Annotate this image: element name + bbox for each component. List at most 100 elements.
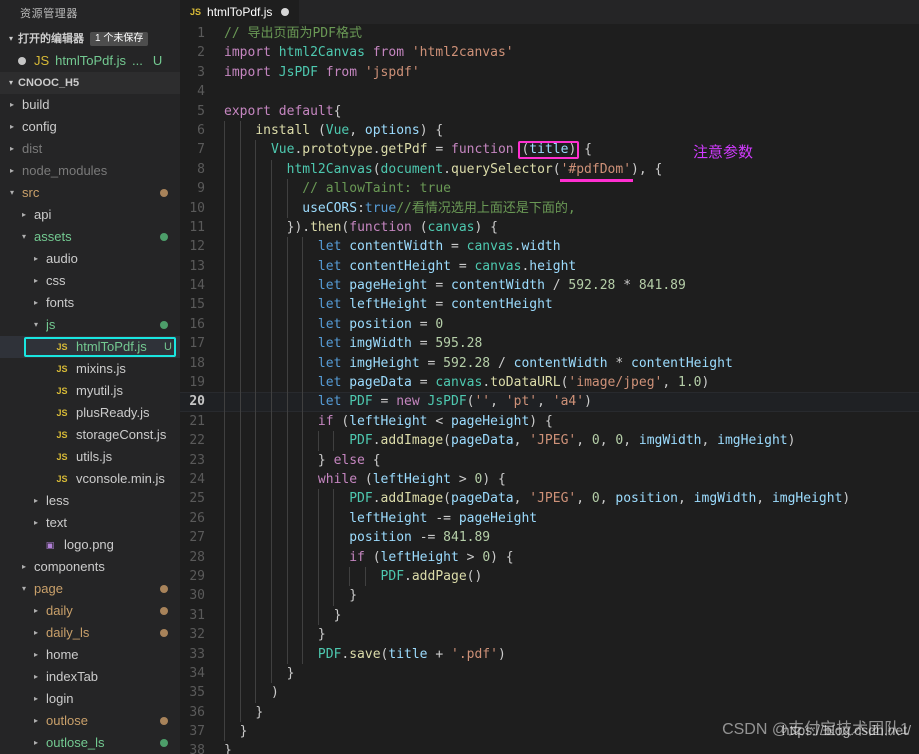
code-line[interactable]: 11 }).then(function (canvas) { (180, 217, 919, 238)
code-line[interactable]: 3 import JsPDF from 'jspdf' (180, 63, 919, 82)
indent-guide (255, 353, 257, 374)
code-line[interactable]: 32 } (180, 625, 919, 645)
code-line[interactable]: 30 } (180, 586, 919, 606)
dirty-dot-icon (18, 57, 26, 65)
code-line[interactable]: 14 let pageHeight = contentWidth / 592.2… (180, 276, 919, 296)
js-file-icon: JS (56, 342, 68, 352)
code-line[interactable]: 33 PDF.save(title + '.pdf') (180, 644, 919, 664)
open-editor-item-htmlToPdf[interactable]: JS htmlToPdf.js ... U (0, 50, 180, 72)
tree-item-label: text (46, 515, 67, 530)
code-line[interactable]: 8 html2Canvas(document.querySelector('#p… (180, 159, 919, 180)
code-line[interactable]: 17 let imgWidth = 595.28 (180, 334, 919, 354)
code-line[interactable]: 20 let PDF = new JsPDF('', 'pt', 'a4') (180, 392, 919, 412)
tree-item-css[interactable]: ▸ css (0, 270, 180, 292)
tree-item-audio[interactable]: ▸ audio (0, 248, 180, 270)
indent-guide (255, 334, 257, 354)
tree-item-js[interactable]: ▾ js (0, 314, 180, 336)
code-line[interactable]: 38} (180, 741, 919, 754)
tree-item-label: build (22, 97, 50, 112)
code-line[interactable]: 9 // allowTaint: true (180, 179, 919, 199)
tree-item-daily[interactable]: ▸ daily (0, 600, 180, 622)
code-line[interactable]: 22 PDF.addImage(pageData, 'JPEG', 0, 0, … (180, 431, 919, 451)
code-line[interactable]: 15 let leftHeight = contentHeight (180, 295, 919, 315)
tree-item-build[interactable]: ▸ build (0, 94, 180, 116)
indent-guide (333, 489, 335, 509)
line-number: 9 (197, 181, 205, 197)
code-line[interactable]: 5 export default{ (180, 102, 919, 121)
tree-item-home[interactable]: ▸ home (0, 644, 180, 666)
indent-guide (224, 198, 225, 218)
tree-item-plusready-js[interactable]: JS plusReady.js (0, 402, 180, 424)
tree-item-node_modules[interactable]: ▸ node_modules (0, 160, 180, 182)
tree-item-logo-png[interactable]: ▣ logo.png (0, 534, 180, 556)
chevron-right-icon: ▸ (33, 628, 38, 637)
code-line[interactable]: 2 import html2Canvas from 'html2canvas' (180, 43, 919, 62)
code-line[interactable]: 31 } (180, 605, 919, 626)
code-line[interactable]: 28 if (leftHeight > 0) { (180, 547, 919, 567)
tree-item-outlose_ls[interactable]: ▸ outlose_ls (0, 732, 180, 754)
tree-item-api[interactable]: ▸ api (0, 204, 180, 226)
tree-item-vconsole-min-js[interactable]: JS vconsole.min.js (0, 468, 180, 490)
open-editors-section-header[interactable]: ▾ 打开的编辑器 1 个未保存 (0, 28, 180, 50)
code-line[interactable]: 12 let contentWidth = canvas.width (180, 237, 919, 257)
tree-item-utils-js[interactable]: JS utils.js (0, 446, 180, 468)
code-content[interactable]: 1 // 导出页面为PDF格式 2 import html2Canvas from '… (180, 24, 919, 754)
file-tree[interactable]: ▸ build ▸ config ▸ dist ▸ node_modules ▾ src ▸ api ▾… (0, 94, 180, 754)
code-line[interactable]: 25 PDF.addImage(pageData, 'JPEG', 0, pos… (180, 489, 919, 509)
js-file-icon: JS (56, 386, 68, 396)
code-line[interactable]: 27 position -= 841.89 (180, 528, 919, 548)
tree-item-fonts[interactable]: ▸ fonts (0, 292, 180, 314)
code-line[interactable]: 7 Vue.prototype.getPdf = function (title… (180, 140, 919, 160)
line-number: 20 (189, 394, 205, 410)
code-line[interactable]: 35 ) (180, 683, 919, 703)
js-file-icon: JS (56, 452, 68, 462)
code-line[interactable]: 6 install (Vue, options) { (180, 120, 919, 141)
tree-item-assets[interactable]: ▾ assets (0, 226, 180, 248)
code-line[interactable]: 1 // 导出页面为PDF格式 (180, 24, 919, 43)
tree-item-src[interactable]: ▾ src (0, 182, 180, 204)
code-line[interactable]: 13 let contentHeight = canvas.height (180, 256, 919, 277)
code-line[interactable]: 37 } (180, 722, 919, 742)
code-line[interactable]: 36 } (180, 702, 919, 723)
code-line[interactable]: 4 (180, 82, 919, 101)
tree-item-storageconst-js[interactable]: JS storageConst.js (0, 424, 180, 446)
tree-item-config[interactable]: ▸ config (0, 116, 180, 138)
project-root-header[interactable]: ▾ CNOOC_H5 (0, 72, 180, 94)
indent-guide (224, 450, 225, 470)
code-viewport[interactable]: 1 // 导出页面为PDF格式 2 import html2Canvas from '… (180, 24, 919, 754)
tree-item-text[interactable]: ▸ text (0, 512, 180, 534)
code-line[interactable]: 29 PDF.addPage() (180, 566, 919, 587)
code-line[interactable]: 26 leftHeight -= pageHeight (180, 508, 919, 529)
tree-item-components[interactable]: ▸ components (0, 556, 180, 578)
code-line[interactable]: 24 while (leftHeight > 0) { (180, 469, 919, 490)
tree-item-page[interactable]: ▾ page (0, 578, 180, 600)
indent-guide (302, 644, 304, 664)
indent-guide (255, 683, 257, 703)
tree-item-outlose[interactable]: ▸ outlose (0, 710, 180, 732)
code-line[interactable]: 19 let pageData = canvas.toDataURL('imag… (180, 373, 919, 393)
tree-item-mixins-js[interactable]: JS mixins.js (0, 358, 180, 380)
code-line[interactable]: 18 let imgHeight = 592.28 / contentWidth… (180, 353, 919, 374)
tab-htmlToPdf-js[interactable]: JS htmlToPdf.js (180, 0, 301, 24)
indent-guide (239, 489, 241, 509)
tree-item-indextab[interactable]: ▸ indexTab (0, 666, 180, 688)
code-line[interactable]: 34 } (180, 663, 919, 684)
tree-item-daily_ls[interactable]: ▸ daily_ls (0, 622, 180, 644)
code-line[interactable]: 21 if (leftHeight < pageHeight) { (180, 411, 919, 432)
tab-dirty-indicator[interactable] (281, 8, 290, 16)
tree-item-myutil-js[interactable]: JS myutil.js (0, 380, 180, 402)
code-line[interactable]: 10 useCORS:true//看情况选用上面还是下面的, (180, 198, 919, 218)
indent-guide (224, 469, 225, 490)
tree-item-label: src (22, 185, 40, 200)
tree-item-dist[interactable]: ▸ dist (0, 138, 180, 160)
tree-item-htmltopdf-js[interactable]: JS htmlToPdf.js U (0, 336, 180, 358)
tree-item-less[interactable]: ▸ less (0, 490, 180, 512)
code-line-text: PDF.addPage() (224, 566, 919, 587)
tree-item-git-status: U (164, 341, 172, 353)
chevron-right-icon: ▸ (33, 298, 38, 307)
code-line[interactable]: 16 let position = 0 (180, 314, 919, 335)
tree-item-login[interactable]: ▸ login (0, 688, 180, 710)
indent-guide (239, 179, 241, 199)
indent-guide (255, 217, 257, 238)
code-line[interactable]: 23 } else { (180, 450, 919, 470)
